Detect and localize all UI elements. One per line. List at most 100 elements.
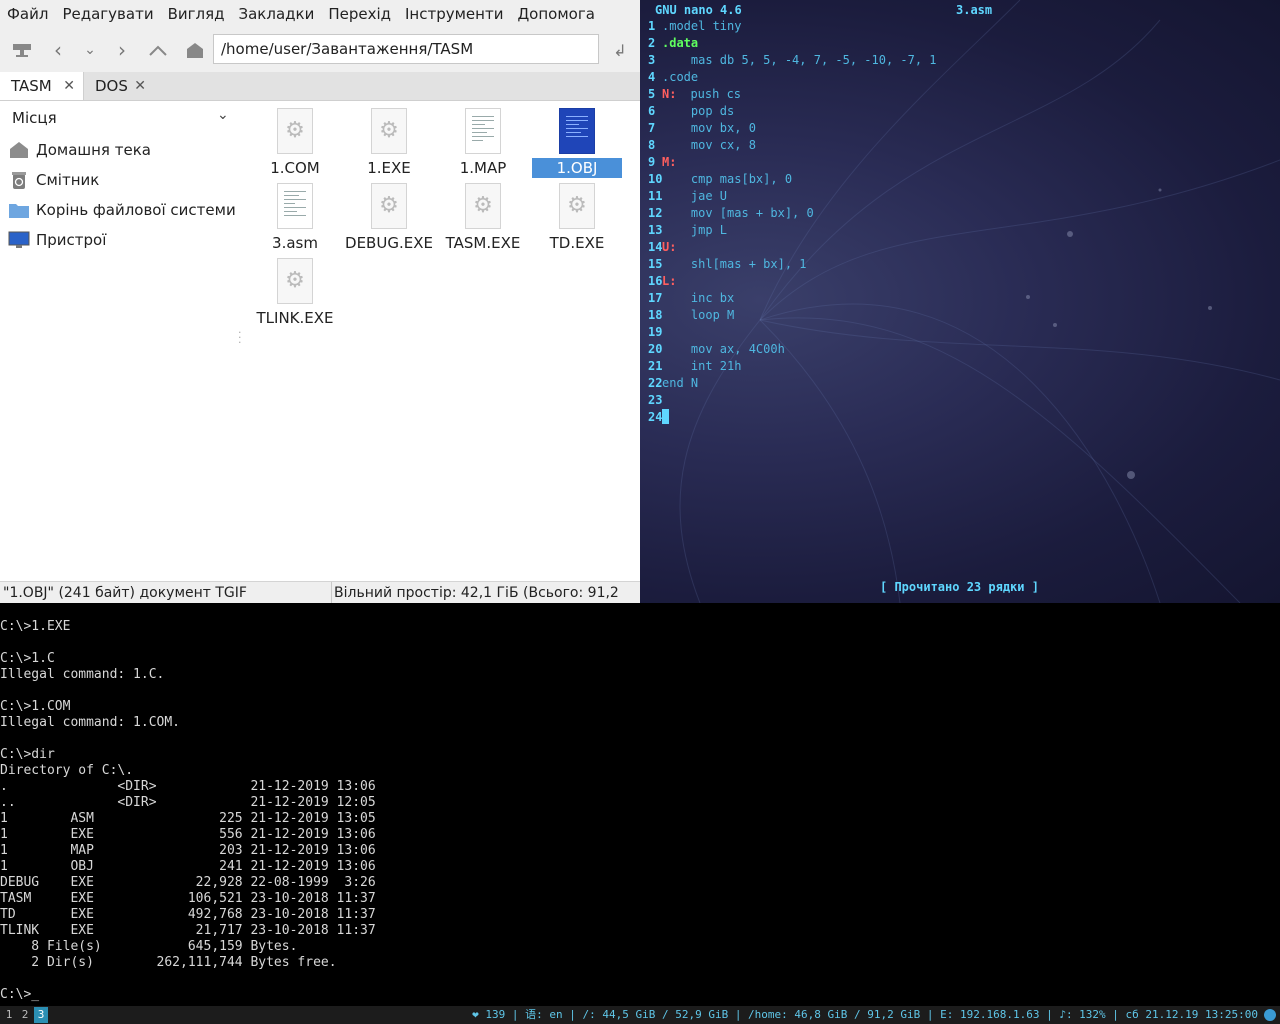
up-button[interactable] (144, 36, 172, 64)
terminal-line: 1 EXE 556 21-12-2019 13:06 (0, 827, 376, 842)
line-number: 22 (648, 376, 663, 390)
code-line: inc bx (662, 291, 735, 305)
sidebar-item-root[interactable]: Корінь файлової системи (8, 198, 236, 222)
code-line: jae U (662, 189, 728, 203)
code-line: int 21h (662, 359, 742, 373)
file-item[interactable]: 1.OBJ (530, 101, 624, 178)
workspace-2[interactable]: 2 (18, 1007, 32, 1023)
menu-help[interactable]: Допомога (510, 5, 601, 23)
code-line: mov [mas + bx], 0 (662, 206, 814, 220)
terminal-line: Illegal command: 1.C. (0, 667, 165, 682)
file-item[interactable]: ⚙ 1.COM (248, 101, 342, 177)
line-number: 11 (648, 189, 663, 203)
trash-icon (8, 170, 30, 190)
terminal-line: TLINK EXE 21,717 23-10-2018 11:37 (0, 923, 376, 938)
new-tab-button[interactable] (8, 36, 36, 64)
terminal-line: 2 Dir(s) 262,111,744 Bytes free. (0, 955, 337, 970)
system-status-bar: 1 2 3 ❤ 139 | 语: en | /: 44,5 GiB / 52,9… (0, 1006, 1280, 1024)
nano-title: GNU nano 4.6 (655, 3, 742, 17)
telegram-icon[interactable] (1264, 1009, 1276, 1021)
home-button[interactable] (181, 36, 209, 64)
close-icon[interactable]: ✕ (134, 72, 146, 100)
terminal-line: 1 ASM 225 21-12-2019 13:05 (0, 811, 376, 826)
file-item[interactable]: ⚙ DEBUG.EXE (342, 176, 436, 252)
workspace-1[interactable]: 1 (2, 1007, 16, 1023)
executable-icon: ⚙ (465, 183, 501, 229)
sidebar-splitter[interactable]: · · · (238, 327, 242, 348)
file-item[interactable]: 1.MAP (436, 101, 530, 177)
line-number: 3 (648, 53, 656, 67)
line-number: 18 (648, 308, 663, 322)
code-line: jmp L (662, 223, 728, 237)
home-icon (8, 140, 30, 160)
file-name: 1.OBJ (532, 158, 622, 178)
object-file-icon (559, 108, 595, 154)
line-number: 15 (648, 257, 663, 271)
code-line: mov cx, 8 (662, 138, 756, 152)
places-header[interactable]: Місця (12, 109, 57, 127)
file-item[interactable]: ⚙ TASM.EXE (436, 176, 530, 252)
history-button[interactable]: ⌄ (76, 36, 104, 64)
chevron-left-icon: ‹ (54, 38, 62, 62)
menu-bookmarks[interactable]: Закладки (231, 5, 321, 23)
line-number: 14 (648, 240, 663, 254)
tab-tasm[interactable]: TASM ✕ (0, 72, 84, 100)
path-input[interactable]: /home/user/Завантаження/TASM (213, 34, 599, 64)
line-number: 2 (648, 36, 656, 50)
file-name: DEBUG.EXE (345, 234, 433, 252)
terminal-line: 8 File(s) 645,159 Bytes. (0, 939, 298, 954)
terminal-line: DEBUG EXE 22,928 22-08-1999 3:26 (0, 875, 376, 890)
menu-bar: Файл Редагувати Вигляд Закладки Перехід … (0, 0, 640, 28)
line-number: 9 (648, 155, 656, 169)
go-button[interactable]: ↲ (606, 36, 634, 64)
code-line: .data (662, 36, 699, 50)
system-info: ❤ 139 | 语: en | /: 44,5 GiB / 52,9 GiB |… (472, 1008, 1258, 1021)
dos-terminal[interactable]: C:\>1.EXE C:\>1.C Illegal command: 1.C. C:\… (0, 603, 1280, 1006)
tab-dos[interactable]: DOS ✕ (84, 72, 154, 100)
forward-button[interactable]: › (108, 36, 136, 64)
terminal-line: 1 MAP 203 21-12-2019 13:06 (0, 843, 376, 858)
back-button[interactable]: ‹ (44, 36, 72, 64)
file-name: 1.EXE (367, 159, 411, 177)
file-item[interactable]: 3.asm (248, 176, 342, 252)
sidebar-item-devices[interactable]: Пристрої (8, 228, 106, 252)
file-item[interactable]: ⚙ TD.EXE (530, 176, 624, 252)
code-label: M: (662, 155, 677, 169)
nano-status-message: [ Прочитано 23 рядки ] (880, 580, 1039, 594)
terminal-line: .. <DIR> 21-12-2019 12:05 (0, 795, 376, 810)
close-icon[interactable]: ✕ (63, 72, 75, 100)
chevron-up-icon (149, 45, 167, 56)
menu-edit[interactable]: Редагувати (55, 5, 160, 23)
file-name: TD.EXE (549, 234, 605, 252)
executable-icon: ⚙ (559, 183, 595, 229)
menu-view[interactable]: Вигляд (161, 5, 232, 23)
line-number: 23 (648, 393, 663, 407)
line-number: 24 (648, 410, 663, 424)
nano-terminal[interactable]: GNU nano 4.6 3.asm 1 .model tiny 2 .data 3 m… (640, 0, 1280, 603)
file-name: TASM.EXE (445, 234, 521, 252)
executable-icon: ⚙ (371, 183, 407, 229)
sidebar-item-label: Пристрої (36, 231, 107, 249)
code-label: L: (662, 274, 677, 288)
file-grid: ⚙ 1.COM ⚙ 1.EXE 1.MAP 1.OBJ 3.asm ⚙ DEBU… (248, 101, 640, 581)
code-line: cmp mas[bx], 0 (662, 172, 793, 186)
file-item[interactable]: ⚙ 1.EXE (342, 101, 436, 177)
sidebar-item-trash[interactable]: Смітник (8, 168, 99, 192)
workspace-3[interactable]: 3 (34, 1007, 48, 1023)
enter-arrow-icon: ↲ (613, 40, 627, 60)
menu-file[interactable]: Файл (0, 5, 55, 23)
sidebar-item-home[interactable]: Домашня тека (8, 138, 151, 162)
file-name: 1.COM (270, 159, 320, 177)
nano-filename: 3.asm (956, 3, 993, 17)
file-item[interactable]: ⚙ TLINK.EXE (248, 251, 342, 327)
home-icon (187, 43, 203, 58)
terminal-line: TASM EXE 106,521 23-10-2018 11:37 (0, 891, 376, 906)
menu-go[interactable]: Перехід (321, 5, 398, 23)
code-line: shl[mas + bx], 1 (662, 257, 807, 271)
code-line: mas db 5, 5, -4, 7, -5, -10, -7, 1 (662, 53, 937, 67)
code-line: pop ds (662, 104, 735, 118)
menu-tools[interactable]: Інструменти (398, 5, 510, 23)
places-sidebar: Місця ⌄ Домашня тека Смітник Корінь файл… (0, 101, 240, 581)
chevron-down-icon[interactable]: ⌄ (217, 107, 229, 123)
line-number: 7 (648, 121, 656, 135)
